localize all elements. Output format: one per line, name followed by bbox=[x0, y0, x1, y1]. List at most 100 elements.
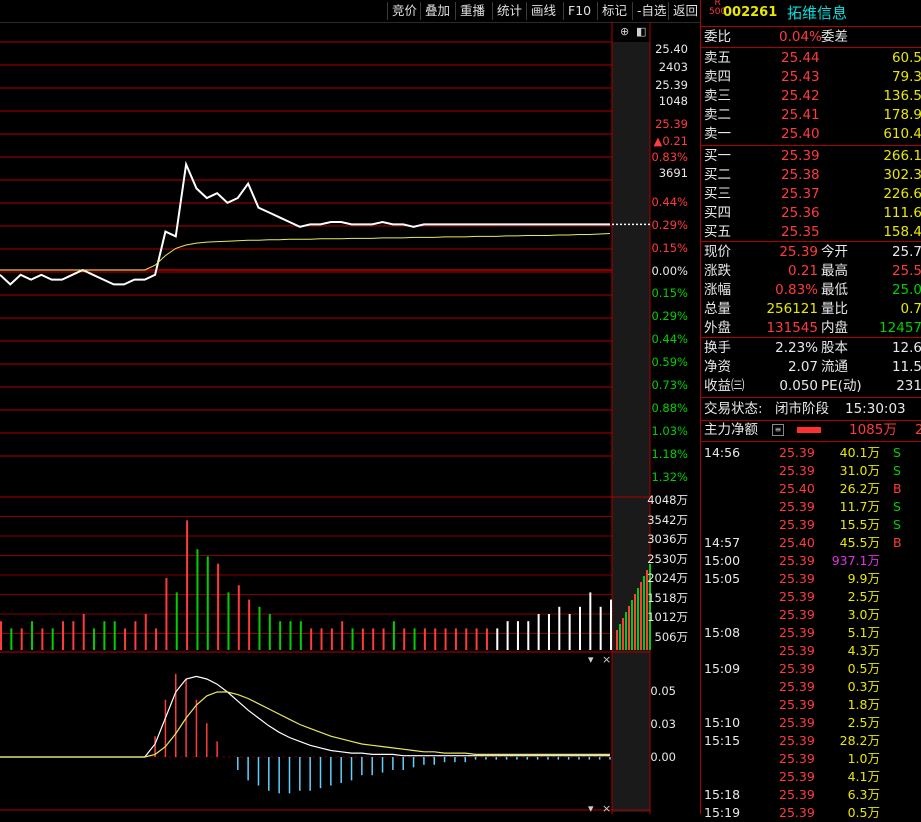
volume-bar bbox=[537, 614, 540, 650]
quote-row: 涨幅 0.83% 最低 25.0 bbox=[701, 281, 921, 299]
price-axis-label: 3691 bbox=[658, 166, 688, 180]
close-icon[interactable]: × bbox=[602, 802, 611, 814]
book-price: 25.37 bbox=[781, 186, 820, 202]
volume-bar bbox=[568, 614, 571, 650]
volume-axis-label: 3542万 bbox=[647, 512, 688, 527]
book-label: 买二 bbox=[704, 167, 731, 183]
dropdown-icon[interactable]: ▾ bbox=[588, 802, 594, 814]
volume-bar bbox=[527, 621, 530, 650]
quote-row: 总量 256121 量比 0.7 bbox=[701, 300, 921, 318]
toolbar-button-8[interactable]: 返回 bbox=[668, 2, 702, 20]
weicha-label: 委差 bbox=[821, 29, 848, 45]
volume-bar bbox=[382, 628, 385, 650]
price-axis-label: 1048 bbox=[658, 94, 688, 108]
tick-row: 15:00 25.39 937.1万 bbox=[701, 552, 921, 570]
tick-price: 25.39 bbox=[779, 697, 815, 712]
tick-time: 15:15 bbox=[704, 733, 741, 748]
stock-name: 拓维信息 bbox=[787, 4, 848, 22]
book-price: 25.41 bbox=[781, 107, 820, 123]
tick-volume: 937.1万 bbox=[831, 553, 880, 568]
volume-bar bbox=[62, 621, 65, 650]
book-price: 25.38 bbox=[781, 167, 820, 183]
toolbar-button-0[interactable]: 竞价 bbox=[387, 2, 421, 20]
volume-bar bbox=[413, 628, 416, 650]
tick-price: 25.39 bbox=[779, 571, 815, 586]
toolbar-button-1[interactable]: 叠加 bbox=[420, 2, 454, 20]
chart-canvas[interactable]: ⊕ ◧ ▾ × ▾ × bbox=[0, 22, 700, 814]
book-price: 25.40 bbox=[781, 126, 820, 142]
volume-bar bbox=[279, 621, 282, 650]
price-line bbox=[0, 160, 610, 286]
tick-volume: 40.1万 bbox=[839, 445, 880, 460]
tick-time: 15:05 bbox=[704, 571, 741, 586]
window-icon[interactable]: ◧ bbox=[636, 25, 646, 38]
tick-price: 25.39 bbox=[779, 715, 815, 730]
quote-value: 25.7 bbox=[891, 244, 921, 260]
tick-price: 25.39 bbox=[779, 787, 815, 802]
quote-label: 最高 bbox=[821, 263, 848, 279]
quote-label: 换手 bbox=[704, 340, 731, 356]
pct-axis-label: 0.88% bbox=[651, 401, 688, 415]
quote-row: 外盘 131545 内盘 12457 bbox=[701, 319, 921, 337]
toolbar-button-3[interactable]: 统计 bbox=[492, 2, 526, 20]
fund-row: 收益㈢ 0.050 PE(动) 231 bbox=[701, 377, 921, 395]
quote-value: 11.5 bbox=[891, 359, 921, 375]
toolbar-button-5[interactable]: F10 bbox=[563, 2, 595, 20]
volume-bar bbox=[310, 628, 313, 650]
pct-axis-label: 0.15% bbox=[651, 241, 688, 255]
tick-volume: 6.3万 bbox=[847, 787, 880, 802]
volume-axis-label: 4048万 bbox=[647, 493, 688, 507]
quote-label: 涨幅 bbox=[704, 282, 731, 298]
tick-volume: 0.3万 bbox=[847, 679, 880, 694]
fund-row: 净资 2.07 流通 11.5 bbox=[701, 358, 921, 376]
volume-bar bbox=[155, 628, 158, 650]
volume-bar bbox=[93, 628, 96, 650]
tick-time: 14:56 bbox=[704, 445, 741, 460]
status-value: 闭市阶段 bbox=[775, 401, 829, 417]
toolbar-button-2[interactable]: 重播 bbox=[455, 2, 489, 20]
book-label: 卖三 bbox=[704, 88, 731, 104]
dropdown-icon[interactable]: ▾ bbox=[588, 653, 594, 666]
list-icon[interactable]: ≡ bbox=[772, 424, 784, 436]
tick-price: 25.39 bbox=[779, 607, 815, 622]
mainflow-row: 主力净额 ≡ 1085万 2 bbox=[701, 421, 921, 439]
tick-volume: 4.1万 bbox=[847, 769, 880, 784]
mainflow-bar bbox=[797, 427, 821, 433]
quote-row: 涨跌 0.21 最高 25.5 bbox=[701, 262, 921, 280]
volume-bar bbox=[475, 628, 478, 650]
book-price: 25.42 bbox=[781, 88, 820, 104]
book-volume: 266.1 bbox=[883, 148, 921, 164]
tick-volume: 0.5万 bbox=[847, 661, 880, 676]
tick-time: 15:00 bbox=[704, 553, 741, 568]
toolbar-button-4[interactable]: 画线 bbox=[526, 2, 560, 20]
tick-price: 25.39 bbox=[779, 643, 815, 658]
tick-volume: 0.5万 bbox=[847, 805, 880, 820]
close-icon[interactable]: × bbox=[602, 653, 611, 666]
volume-axis-label: 506万 bbox=[654, 629, 688, 644]
volume-bar bbox=[124, 628, 127, 650]
book-price: 25.43 bbox=[781, 69, 820, 85]
intraday-chart[interactable]: ⊕ ◧ ▾ × ▾ × 25.40 2403 25.39 1048 25.39 ▲0.21 0.83%… bbox=[0, 22, 700, 814]
tick-row: 25.39 0.3万 bbox=[701, 678, 921, 696]
tick-time: 15:10 bbox=[704, 715, 741, 730]
settings-icon[interactable]: ⊕ bbox=[620, 25, 629, 38]
weibi-row: 委比 0.04% 委差 bbox=[701, 28, 921, 46]
price-axis-label: 25.40 bbox=[655, 42, 688, 56]
volume-bar bbox=[237, 585, 240, 650]
book-price: 25.36 bbox=[781, 205, 820, 221]
tick-volume: 4.3万 bbox=[847, 643, 880, 658]
volume-bar bbox=[589, 592, 592, 650]
quote-label: 净资 bbox=[704, 359, 731, 375]
ask-row: 卖二 25.41 178.9 bbox=[701, 106, 921, 124]
tick-price: 25.39 bbox=[779, 805, 815, 820]
quote-label: 总量 bbox=[704, 301, 731, 317]
volume-bar bbox=[465, 628, 468, 650]
tick-row: 25.39 1.8万 bbox=[701, 696, 921, 714]
toolbar-button-6[interactable]: 标记 bbox=[597, 2, 631, 20]
book-label: 卖二 bbox=[704, 107, 731, 123]
tick-price: 25.39 bbox=[779, 589, 815, 604]
volume-bar bbox=[454, 628, 457, 650]
toolbar-button-7[interactable]: -自选 bbox=[632, 2, 671, 20]
ask-row: 卖一 25.40 610.4 bbox=[701, 125, 921, 143]
tick-price: 25.39 bbox=[779, 553, 815, 568]
